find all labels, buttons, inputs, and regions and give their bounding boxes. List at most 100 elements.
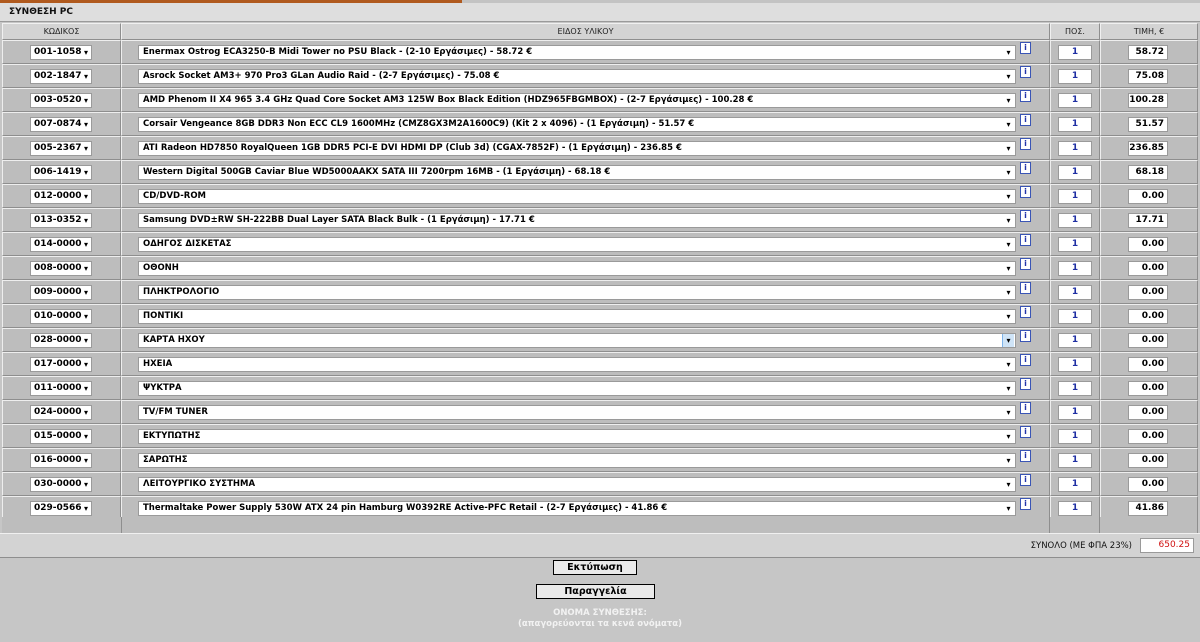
code-cell: 001-1058 ▾ [2, 40, 121, 64]
code-select[interactable]: 009-0000 ▾ [30, 284, 92, 300]
quantity-input[interactable]: 1 [1058, 356, 1092, 372]
item-cell: ΚΑΡΤΑ ΗΧΟΥ ▾ i [121, 328, 1050, 352]
item-select[interactable]: ΚΑΡΤΑ ΗΧΟΥ ▾ [138, 332, 1016, 348]
price-cell: 236.85 [1100, 136, 1198, 160]
item-select[interactable]: ΣΑΡΩΤΗΣ ▾ [138, 452, 1016, 468]
info-icon[interactable]: i [1020, 114, 1031, 126]
info-icon[interactable]: i [1020, 210, 1031, 222]
quantity-input[interactable]: 1 [1058, 116, 1092, 132]
quantity-input[interactable]: 1 [1058, 212, 1092, 228]
code-select[interactable]: 007-0874 ▾ [30, 116, 92, 132]
info-icon[interactable]: i [1020, 234, 1031, 246]
print-button[interactable]: Εκτύπωση [553, 560, 637, 575]
quantity-input[interactable]: 1 [1058, 452, 1092, 468]
item-select[interactable]: Corsair Vengeance 8GB DDR3 Non ECC CL9 1… [138, 116, 1016, 132]
item-select[interactable]: Samsung DVD±RW SH-222BB Dual Layer SATA … [138, 212, 1016, 228]
item-select[interactable]: ΟΔΗΓΟΣ ΔΙΣΚΕΤΑΣ ▾ [138, 236, 1016, 252]
code-select[interactable]: 013-0352 ▾ [30, 212, 92, 228]
chevron-down-icon: ▾ [1006, 95, 1011, 105]
quantity-input[interactable]: 1 [1058, 44, 1092, 60]
item-select[interactable]: CD/DVD-ROM ▾ [138, 188, 1016, 204]
quantity-input[interactable]: 1 [1058, 92, 1092, 108]
price-value: 0.00 [1128, 332, 1168, 348]
info-icon[interactable]: i [1020, 378, 1031, 390]
qty-cell: 1 [1050, 112, 1100, 136]
quantity-input[interactable]: 1 [1058, 380, 1092, 396]
quantity-input[interactable]: 1 [1058, 164, 1092, 180]
code-select[interactable]: 028-0000 ▾ [30, 332, 92, 348]
info-icon[interactable]: i [1020, 138, 1031, 150]
info-icon[interactable]: i [1020, 474, 1031, 486]
info-icon[interactable]: i [1020, 162, 1031, 174]
price-value: 41.86 [1128, 500, 1168, 516]
info-icon[interactable]: i [1020, 450, 1031, 462]
info-icon[interactable]: i [1020, 330, 1031, 342]
item-select[interactable]: ΟΘΟΝΗ ▾ [138, 260, 1016, 276]
quantity-input[interactable]: 1 [1058, 500, 1092, 516]
code-select[interactable]: 001-1058 ▾ [30, 44, 92, 60]
code-select[interactable]: 017-0000 ▾ [30, 356, 92, 372]
quantity-input[interactable]: 1 [1058, 68, 1092, 84]
code-select[interactable]: 012-0000 ▾ [30, 188, 92, 204]
code-select[interactable]: 029-0566 ▾ [30, 500, 92, 516]
order-button[interactable]: Παραγγελία [536, 584, 655, 599]
item-select[interactable]: ΕΚΤΥΠΩΤΗΣ ▾ [138, 428, 1016, 444]
quantity-input[interactable]: 1 [1058, 404, 1092, 420]
item-select[interactable]: ΠΟΝΤΙΚΙ ▾ [138, 308, 1016, 324]
item-select[interactable]: ATI Radeon HD7850 RoyalQueen 1GB DDR5 PC… [138, 140, 1016, 156]
item-value: ΕΚΤΥΠΩΤΗΣ [143, 430, 201, 441]
code-select[interactable]: 011-0000 ▾ [30, 380, 92, 396]
item-select[interactable]: Thermaltake Power Supply 530W ATX 24 pin… [138, 500, 1016, 516]
info-icon[interactable]: i [1020, 186, 1031, 198]
chevron-down-icon: ▾ [1006, 287, 1011, 297]
item-select[interactable]: TV/FM TUNER ▾ [138, 404, 1016, 420]
quantity-input[interactable]: 1 [1058, 308, 1092, 324]
item-value: Enermax Ostrog ECA3250-B Midi Tower no P… [143, 46, 533, 57]
item-select[interactable]: ΠΛΗΚΤΡΟΛΟΓΙΟ ▾ [138, 284, 1016, 300]
code-select[interactable]: 030-0000 ▾ [30, 476, 92, 492]
quantity-input[interactable]: 1 [1058, 476, 1092, 492]
code-value: 003-0520 [34, 94, 82, 105]
item-select[interactable]: ΨΥΚΤΡΑ ▾ [138, 380, 1016, 396]
code-select[interactable]: 003-0520 ▾ [30, 92, 92, 108]
info-icon[interactable]: i [1020, 306, 1031, 318]
info-icon[interactable]: i [1020, 90, 1031, 102]
code-select[interactable]: 010-0000 ▾ [30, 308, 92, 324]
code-select[interactable]: 014-0000 ▾ [30, 236, 92, 252]
item-select[interactable]: ΛΕΙΤΟΥΡΓΙΚΟ ΣΥΣΤΗΜΑ ▾ [138, 476, 1016, 492]
code-select[interactable]: 002-1847 ▾ [30, 68, 92, 84]
code-select[interactable]: 024-0000 ▾ [30, 404, 92, 420]
item-select[interactable]: Enermax Ostrog ECA3250-B Midi Tower no P… [138, 44, 1016, 60]
qty-cell: 1 [1050, 40, 1100, 64]
code-select[interactable]: 008-0000 ▾ [30, 260, 92, 276]
quantity-input[interactable]: 1 [1058, 140, 1092, 156]
price-value: 100.28 [1128, 92, 1168, 108]
quantity-input[interactable]: 1 [1058, 260, 1092, 276]
qty-cell: 1 [1050, 136, 1100, 160]
info-icon[interactable]: i [1020, 426, 1031, 438]
info-icon[interactable]: i [1020, 498, 1031, 510]
item-select[interactable]: Western Digital 500GB Caviar Blue WD5000… [138, 164, 1016, 180]
code-select[interactable]: 016-0000 ▾ [30, 452, 92, 468]
info-icon[interactable]: i [1020, 42, 1031, 54]
item-select[interactable]: ΗΧΕΙΑ ▾ [138, 356, 1016, 372]
info-icon[interactable]: i [1020, 282, 1031, 294]
info-icon[interactable]: i [1020, 258, 1031, 270]
quantity-input[interactable]: 1 [1058, 188, 1092, 204]
quantity-input[interactable]: 1 [1058, 236, 1092, 252]
code-select[interactable]: 005-2367 ▾ [30, 140, 92, 156]
info-icon[interactable]: i [1020, 354, 1031, 366]
info-icon[interactable]: i [1020, 66, 1031, 78]
item-value: ΟΘΟΝΗ [143, 262, 179, 273]
chevron-down-icon: ▾ [83, 287, 88, 297]
quantity-input[interactable]: 1 [1058, 332, 1092, 348]
chevron-down-icon: ▾ [83, 359, 88, 369]
code-select[interactable]: 006-1419 ▾ [30, 164, 92, 180]
quantity-input[interactable]: 1 [1058, 284, 1092, 300]
item-select[interactable]: Asrock Socket AM3+ 970 Pro3 GLan Audio R… [138, 68, 1016, 84]
item-select[interactable]: AMD Phenom II X4 965 3.4 GHz Quad Core S… [138, 92, 1016, 108]
qty-cell: 1 [1050, 88, 1100, 112]
info-icon[interactable]: i [1020, 402, 1031, 414]
code-select[interactable]: 015-0000 ▾ [30, 428, 92, 444]
quantity-input[interactable]: 1 [1058, 428, 1092, 444]
